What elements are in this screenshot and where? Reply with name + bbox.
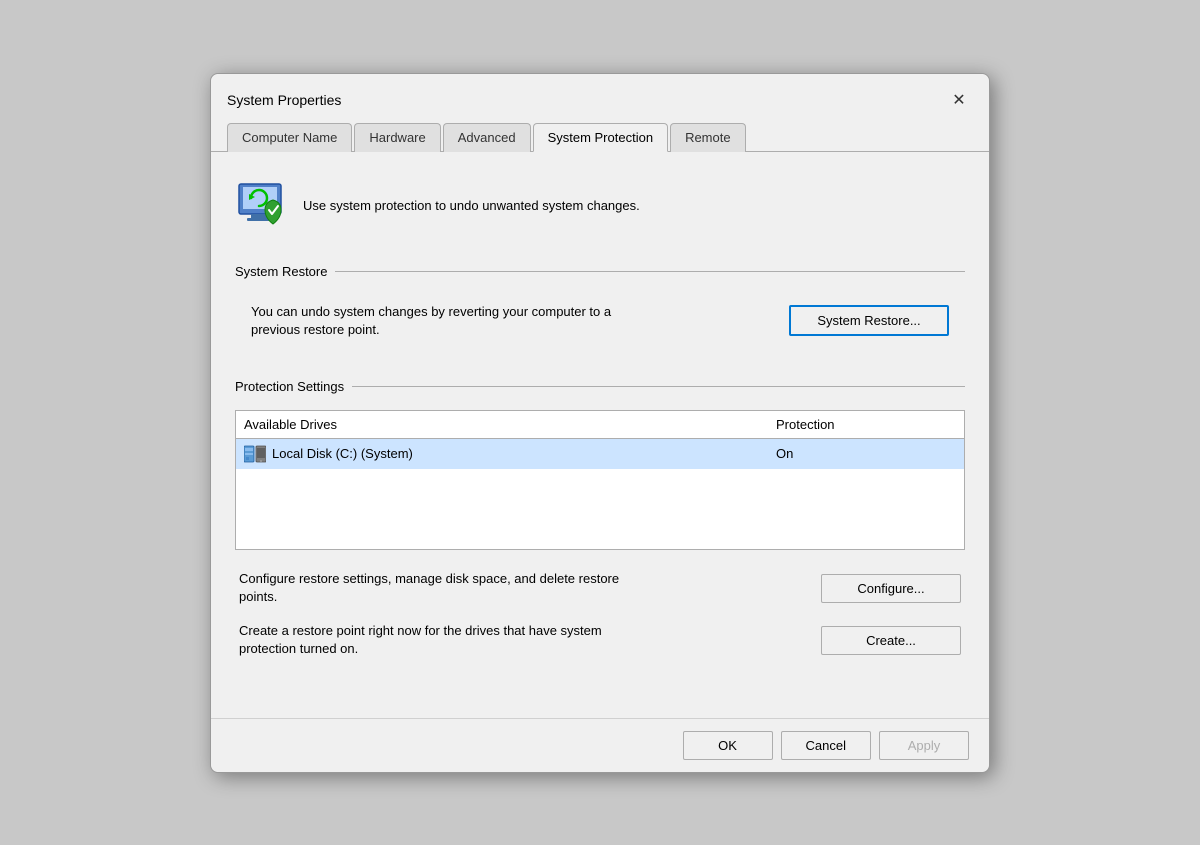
- drives-table-header: Available Drives Protection: [236, 411, 964, 439]
- system-restore-divider: [335, 271, 965, 272]
- protection-settings-header: Protection Settings: [235, 379, 965, 394]
- protection-settings-divider: [352, 386, 965, 387]
- protection-settings-label: Protection Settings: [235, 379, 344, 394]
- col-protection: Protection: [776, 417, 956, 432]
- ok-button[interactable]: OK: [683, 731, 773, 760]
- drives-table: Available Drives Protection: [235, 410, 965, 550]
- configure-row: Configure restore settings, manage disk …: [235, 570, 965, 606]
- drive-cell: Local Disk (C:) (System): [244, 445, 776, 463]
- close-button[interactable]: ✕: [945, 86, 973, 114]
- tab-computer-name[interactable]: Computer Name: [227, 123, 352, 152]
- system-restore-button[interactable]: System Restore...: [789, 305, 949, 336]
- col-available-drives: Available Drives: [244, 417, 776, 432]
- tab-advanced[interactable]: Advanced: [443, 123, 531, 152]
- title-bar: System Properties ✕: [211, 74, 989, 114]
- info-description: Use system protection to undo unwanted s…: [303, 198, 640, 213]
- tab-system-protection[interactable]: System Protection: [533, 123, 669, 152]
- info-box: Use system protection to undo unwanted s…: [235, 172, 965, 240]
- system-restore-label: System Restore: [235, 264, 327, 279]
- dialog-title: System Properties: [227, 92, 341, 108]
- apply-button[interactable]: Apply: [879, 731, 969, 760]
- drives-table-empty-space: [236, 469, 964, 549]
- table-row[interactable]: Local Disk (C:) (System) On: [236, 439, 964, 469]
- system-restore-description: You can undo system changes by reverting…: [251, 303, 631, 339]
- hdd-icon: [244, 445, 266, 463]
- dialog-footer: OK Cancel Apply: [211, 718, 989, 772]
- protection-settings-section: Protection Settings Available Drives Pro…: [235, 379, 965, 659]
- system-properties-dialog: System Properties ✕ Computer Name Hardwa…: [210, 73, 990, 773]
- create-button[interactable]: Create...: [821, 626, 961, 655]
- cancel-button[interactable]: Cancel: [781, 731, 871, 760]
- tab-remote[interactable]: Remote: [670, 123, 746, 152]
- system-restore-header: System Restore: [235, 264, 965, 279]
- tabs-container: Computer Name Hardware Advanced System P…: [211, 114, 989, 152]
- create-description: Create a restore point right now for the…: [239, 622, 659, 658]
- create-row: Create a restore point right now for the…: [235, 622, 965, 658]
- configure-button[interactable]: Configure...: [821, 574, 961, 603]
- drive-name: Local Disk (C:) (System): [272, 446, 413, 461]
- system-protection-icon: [235, 180, 287, 232]
- system-restore-row: You can undo system changes by reverting…: [235, 295, 965, 347]
- protection-status: On: [776, 446, 956, 461]
- configure-description: Configure restore settings, manage disk …: [239, 570, 659, 606]
- tab-hardware[interactable]: Hardware: [354, 123, 440, 152]
- tab-content: Use system protection to undo unwanted s…: [211, 152, 989, 718]
- system-restore-section: System Restore You can undo system chang…: [235, 264, 965, 347]
